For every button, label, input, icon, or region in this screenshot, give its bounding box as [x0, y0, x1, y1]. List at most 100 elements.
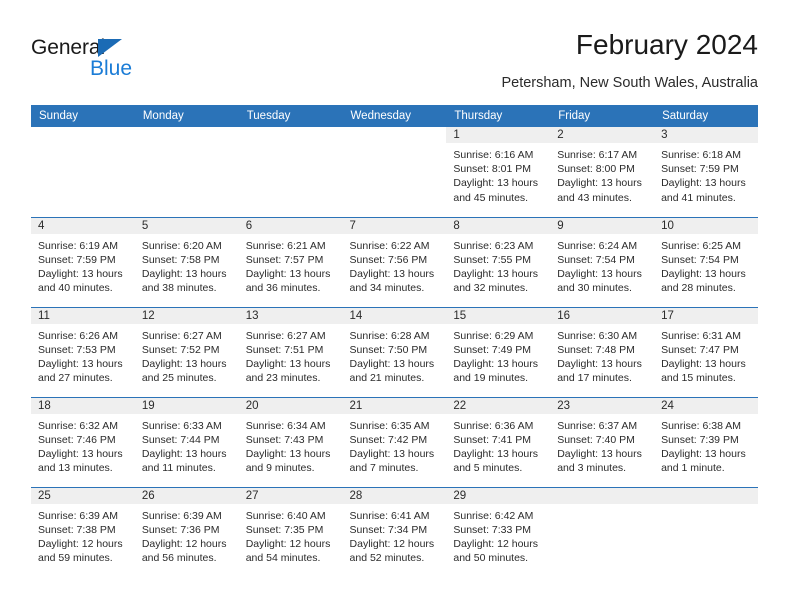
sunrise-time: Sunrise: 6:38 AM: [661, 419, 742, 432]
sunrise-time: Sunrise: 6:37 AM: [557, 419, 638, 432]
calendar-day-cell[interactable]: 28 Sunrise: 6:41 AM Sunset: 7:34 PM Dayligh…: [342, 486, 447, 578]
sunrise-time: Sunrise: 6:25 AM: [661, 239, 742, 252]
sunset-time: Sunset: 7:56 PM: [349, 253, 428, 266]
calendar-day-cell[interactable]: 20 Sunrise: 6:34 AM Sunset: 7:43 PM Dayligh…: [238, 396, 343, 487]
daylight-duration-line1: Daylight: 13 hours: [141, 447, 227, 460]
day-number: 22: [446, 397, 551, 414]
calendar-day-cell[interactable]: 17 Sunrise: 6:31 AM Sunset: 7:47 PM Dayligh…: [654, 306, 758, 397]
day-sun-info: Sunrise: 6:23 AM Sunset: 7:55 PM Daylight:…: [446, 234, 550, 296]
sunset-time: Sunset: 8:00 PM: [557, 163, 635, 176]
day-sun-info: Sunrise: 6:33 AM Sunset: 7:44 PM Daylight:…: [135, 414, 239, 476]
calendar-day-cell[interactable]: 8 Sunrise: 6:23 AM Sunset: 7:55 PM Daylight…: [446, 216, 551, 307]
calendar-day-cell[interactable]: 29 Sunrise: 6:42 AM Sunset: 7:33 PM Dayligh…: [446, 486, 551, 577]
sunrise-time: Sunrise: 6:42 AM: [453, 509, 534, 522]
day-number: 15: [446, 307, 551, 324]
calendar-day-cell[interactable]: 19 Sunrise: 6:33 AM Sunset: 7:44 PM Dayligh…: [134, 396, 239, 487]
sunset-time: Sunset: 7:59 PM: [661, 163, 739, 176]
day-cell-inner: 16 Sunrise: 6:30 AM Sunset: 7:48 PM Dayligh…: [550, 307, 655, 397]
calendar-day-cell-empty: [654, 486, 758, 577]
sunrise-time: Sunrise: 6:39 AM: [38, 509, 118, 522]
calendar-day-cell[interactable]: 21 Sunrise: 6:35 AM Sunset: 7:42 PM Dayligh…: [342, 396, 447, 487]
sunrise-time: Sunrise: 6:16 AM: [453, 149, 534, 161]
day-cell-inner: 28 Sunrise: 6:41 AM Sunset: 7:34 PM Dayligh…: [342, 487, 447, 578]
calendar-day-cell[interactable]: 5 Sunrise: 6:20 AM Sunset: 7:58 PM Daylight…: [134, 216, 239, 307]
calendar-day-cell[interactable]: 2 Sunrise: 6:17 AM Sunset: 8:00 PM Daylight…: [550, 127, 655, 217]
calendar-day-cell[interactable]: 3 Sunrise: 6:18 AM Sunset: 7:59 PM Daylight…: [654, 127, 758, 217]
calendar-day-cell[interactable]: 27 Sunrise: 6:40 AM Sunset: 7:35 PM Dayligh…: [238, 486, 343, 577]
day-cell-inner: 19 Sunrise: 6:33 AM Sunset: 7:44 PM Dayligh…: [134, 397, 239, 487]
daylight-duration-line1: Daylight: 13 hours: [557, 177, 642, 190]
sunset-time: Sunset: 7:36 PM: [141, 523, 220, 536]
sunset-time: Sunset: 7:42 PM: [349, 433, 428, 446]
calendar-day-cell[interactable]: 13 Sunrise: 6:27 AM Sunset: 7:51 PM Dayligh…: [238, 306, 343, 397]
calendar-day-cell[interactable]: 23 Sunrise: 6:37 AM Sunset: 7:40 PM Dayligh…: [550, 396, 655, 487]
day-sun-info: Sunrise: 6:24 AM Sunset: 7:54 PM Daylight:…: [550, 234, 654, 296]
day-sun-info: Sunrise: 6:17 AM Sunset: 8:00 PM Daylight:…: [550, 143, 654, 205]
page-title: February 2024: [575, 29, 758, 60]
daylight-duration-line1: Daylight: 12 hours: [38, 537, 123, 550]
day-cell-inner: 26 Sunrise: 6:39 AM Sunset: 7:36 PM Dayligh…: [134, 487, 239, 578]
calendar-day-cell[interactable]: 18 Sunrise: 6:32 AM Sunset: 7:46 PM Dayligh…: [31, 396, 135, 487]
calendar-day-cell[interactable]: 7 Sunrise: 6:22 AM Sunset: 7:56 PM Daylight…: [342, 216, 447, 307]
sunset-time: Sunset: 7:53 PM: [38, 343, 116, 356]
day-cell-inner: 9 Sunrise: 6:24 AM Sunset: 7:54 PM Daylight…: [550, 217, 655, 307]
day-number: [135, 127, 239, 143]
calendar-day-cell[interactable]: 16 Sunrise: 6:30 AM Sunset: 7:48 PM Dayligh…: [550, 306, 655, 397]
daylight-duration-line2: and 56 minutes.: [141, 552, 217, 565]
daylight-duration-line2: and 34 minutes.: [349, 282, 425, 295]
calendar-day-cell[interactable]: 25 Sunrise: 6:39 AM Sunset: 7:38 PM Dayligh…: [31, 486, 135, 577]
weekday-header-thursday: Thursday: [446, 105, 551, 127]
day-number: 12: [134, 307, 239, 324]
day-number: 6: [238, 217, 343, 234]
calendar-day-cell[interactable]: 26 Sunrise: 6:39 AM Sunset: 7:36 PM Dayligh…: [134, 486, 239, 578]
sunset-time: Sunset: 7:41 PM: [453, 433, 532, 446]
calendar-day-cell[interactable]: 1 Sunrise: 6:16 AM Sunset: 8:01 PM Daylight…: [446, 127, 551, 217]
calendar-day-cell[interactable]: 9 Sunrise: 6:24 AM Sunset: 7:54 PM Daylight…: [550, 216, 655, 307]
daylight-duration-line2: and 23 minutes.: [245, 372, 321, 385]
day-cell-inner: 7 Sunrise: 6:22 AM Sunset: 7:56 PM Daylight…: [342, 217, 447, 307]
day-number: 24: [654, 397, 758, 414]
sunrise-time: Sunrise: 6:41 AM: [349, 509, 430, 522]
daylight-duration-line1: Daylight: 13 hours: [245, 267, 331, 280]
calendar-day-cell[interactable]: 11 Sunrise: 6:26 AM Sunset: 7:53 PM Dayligh…: [31, 306, 135, 397]
calendar-day-cell[interactable]: 4 Sunrise: 6:19 AM Sunset: 7:59 PM Daylight…: [31, 216, 135, 307]
daylight-duration-line2: and 52 minutes.: [349, 552, 425, 565]
calendar-day-cell[interactable]: 10 Sunrise: 6:25 AM Sunset: 7:54 PM Dayligh…: [654, 216, 758, 307]
weekday-header-saturday: Saturday: [654, 105, 758, 127]
day-number: 11: [31, 307, 135, 324]
weekday-header-tuesday: Tuesday: [238, 105, 343, 127]
day-number: 17: [654, 307, 758, 324]
day-sun-info: Sunrise: 6:19 AM Sunset: 7:59 PM Daylight:…: [31, 234, 135, 296]
weekday-header-wednesday: Wednesday: [342, 105, 447, 127]
daylight-duration-line1: Daylight: 13 hours: [557, 447, 642, 460]
day-number: 5: [134, 217, 239, 234]
day-cell-inner: [135, 127, 239, 217]
calendar-day-cell[interactable]: 22 Sunrise: 6:36 AM Sunset: 7:41 PM Dayligh…: [446, 396, 551, 487]
day-cell-inner: 11 Sunrise: 6:26 AM Sunset: 7:53 PM Dayligh…: [31, 307, 135, 397]
day-sun-info: Sunrise: 6:16 AM Sunset: 8:01 PM Daylight:…: [446, 143, 550, 205]
day-sun-info: Sunrise: 6:28 AM Sunset: 7:50 PM Daylight:…: [343, 324, 447, 386]
daylight-duration-line1: Daylight: 13 hours: [453, 447, 539, 460]
day-cell-inner: 15 Sunrise: 6:29 AM Sunset: 7:49 PM Dayligh…: [446, 307, 551, 397]
day-number: 18: [31, 397, 135, 414]
calendar-day-cell[interactable]: 12 Sunrise: 6:27 AM Sunset: 7:52 PM Dayligh…: [134, 306, 239, 397]
sunrise-time: Sunrise: 6:18 AM: [661, 149, 742, 161]
calendar-day-cell[interactable]: 24 Sunrise: 6:38 AM Sunset: 7:39 PM Dayligh…: [654, 396, 758, 487]
day-cell-inner: 10 Sunrise: 6:25 AM Sunset: 7:54 PM Dayligh…: [654, 217, 758, 307]
daylight-duration-line1: Daylight: 13 hours: [661, 357, 746, 370]
calendar-day-cell[interactable]: 15 Sunrise: 6:29 AM Sunset: 7:49 PM Dayligh…: [446, 306, 551, 397]
day-cell-inner: 3 Sunrise: 6:18 AM Sunset: 7:59 PM Daylight…: [654, 127, 758, 217]
day-number: 3: [654, 127, 758, 143]
day-cell-inner: [550, 487, 655, 578]
sunset-time: Sunset: 8:01 PM: [453, 163, 532, 176]
calendar-day-cell[interactable]: 14 Sunrise: 6:28 AM Sunset: 7:50 PM Dayligh…: [342, 306, 447, 397]
day-cell-inner: 4 Sunrise: 6:19 AM Sunset: 7:59 PM Daylight…: [31, 217, 135, 307]
daylight-duration-line1: Daylight: 13 hours: [38, 357, 123, 370]
day-sun-info: Sunrise: 6:27 AM Sunset: 7:51 PM Daylight:…: [239, 324, 343, 386]
sunrise-time: Sunrise: 6:21 AM: [245, 239, 326, 252]
calendar-day-cell[interactable]: 6 Sunrise: 6:21 AM Sunset: 7:57 PM Daylight…: [238, 216, 343, 307]
daylight-duration-line1: Daylight: 13 hours: [349, 447, 435, 460]
calendar-week-row: 1 Sunrise: 6:16 AM Sunset: 8:01 PM Daylight…: [31, 127, 758, 217]
daylight-duration-line2: and 25 minutes.: [141, 372, 217, 385]
sunset-time: Sunset: 7:39 PM: [661, 433, 739, 446]
